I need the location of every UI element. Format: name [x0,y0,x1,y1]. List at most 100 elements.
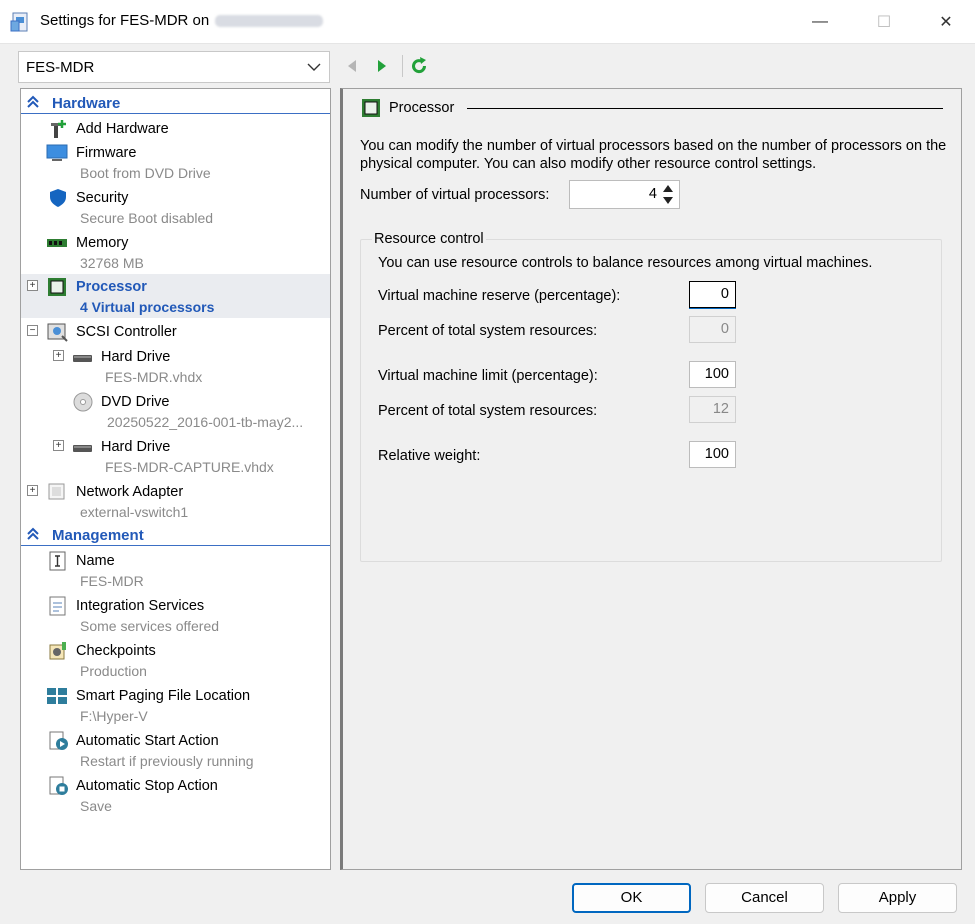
limit-percent-value: 12 [689,396,736,423]
num-vp-stepper[interactable]: 4 [569,180,680,209]
processor-settings-panel: Processor You can modify the number of v… [340,88,962,870]
vm-selector[interactable]: FES-MDR [18,51,330,83]
tree-item-firmware[interactable]: Firmware Boot from DVD Drive [21,140,330,184]
tree-item-detail: 4 Virtual processors [80,299,215,315]
collapse-up-icon [27,527,39,540]
tree-item-label: SCSI Controller [76,324,177,340]
vm-selector-value: FES-MDR [26,59,95,76]
collapse-up-icon [27,95,39,108]
window-title: Settings for FES-MDR on [40,12,324,29]
tree-item-auto-start[interactable]: Automatic Start Action Restart if previo… [21,728,330,772]
title-bar: Settings for FES-MDR on — ☐ ✕ [0,0,975,44]
tree-item-security[interactable]: Security Secure Boot disabled [21,185,330,229]
tree-item-label: Checkpoints [76,643,156,659]
tree-item-integration-services[interactable]: Integration Services Some services offer… [21,593,330,637]
close-button[interactable]: ✕ [914,0,975,44]
management-section-label: Management [52,527,144,544]
nav-toolbar [340,52,437,80]
hardware-section-label: Hardware [52,95,121,112]
tree-item-processor[interactable]: + Processor 4 Virtual processors [21,274,330,318]
name-icon [49,551,66,571]
tree-item-detail: Production [80,663,147,679]
tree-item-label: Smart Paging File Location [76,688,251,704]
expand-icon[interactable]: + [53,440,64,451]
tree-item-network-adapter[interactable]: + Network Adapter external-vswitch1 [21,479,330,523]
chevron-down-icon [307,63,321,71]
tree-item-label: Memory [76,235,129,251]
redacted-host-name [215,15,324,28]
maximize-button: ☐ [876,14,892,31]
title-divider [467,108,943,109]
tree-item-memory[interactable]: Memory 32768 MB [21,230,330,274]
add-hardware-icon [51,120,66,138]
expand-icon[interactable]: + [53,350,64,361]
tree-item-hard-drive[interactable]: + Hard Drive FES-MDR-CAPTURE.vhdx [21,434,330,478]
ok-button[interactable]: OK [572,883,691,913]
reserve-percent-value: 0 [689,316,736,343]
refresh-icon [412,57,427,74]
limit-percent-label: Percent of total system resources: [378,403,598,419]
tree-item-checkpoints[interactable]: Checkpoints Production [21,638,330,682]
processor-icon [362,99,380,117]
network-adapter-icon [48,483,65,500]
hard-drive-icon [73,355,92,362]
minimize-button[interactable]: — [788,0,852,44]
tree-item-detail: Some services offered [80,618,220,634]
next-button[interactable] [370,54,394,78]
toolbar-separator [402,55,403,77]
tree-item-label: Hard Drive [101,349,171,365]
tree-item-hard-drive[interactable]: + Hard Drive FES-MDR.vhdx [21,344,330,388]
tree-item-name[interactable]: Name FES-MDR [21,548,330,592]
tree-item-dvd-drive[interactable]: DVD Drive 20250522_2016-001-tb-may2... [21,389,330,433]
collapse-icon[interactable]: − [27,325,38,336]
spin-arrows-icon[interactable] [659,182,677,207]
arrow-left-icon [348,60,356,72]
shield-icon [50,189,66,207]
dvd-icon [73,392,93,412]
pane-splitter[interactable] [335,88,339,870]
tree-item-detail: external-vswitch1 [80,504,189,520]
tree-item-label: Security [76,190,129,206]
hardware-section-header[interactable]: Hardware [21,92,330,114]
arrow-right-icon [378,60,386,72]
expand-icon[interactable]: + [27,280,38,291]
tree-item-detail: FES-MDR [80,573,144,589]
num-vp-label: Number of virtual processors: [360,187,550,203]
reserve-input[interactable]: 0 [689,281,736,308]
resource-control-title: Resource control [372,231,486,247]
tree-item-detail: Save [80,798,112,814]
management-section-header[interactable]: Management [21,524,330,546]
tree-item-label: DVD Drive [101,394,170,410]
scsi-controller-icon [47,323,68,342]
weight-input[interactable]: 100 [689,441,736,468]
tree-item-label: Firmware [76,145,137,161]
hard-drive-icon [73,445,92,452]
smart-paging-icon [47,688,67,704]
apply-button[interactable]: Apply [838,883,957,913]
settings-tree: Hardware Add Hardware Firmware Boot from… [20,88,331,870]
tree-item-label: Network Adapter [76,484,184,500]
tree-item-label: Processor [76,279,147,295]
tree-item-smart-paging[interactable]: Smart Paging File Location F:\Hyper-V [21,683,330,727]
checkpoints-icon [49,642,66,660]
tree-item-label: Automatic Start Action [76,733,219,749]
limit-input[interactable]: 100 [689,361,736,388]
tree-item-detail: 32768 MB [80,255,144,271]
memory-icon [47,239,67,247]
expand-icon[interactable]: + [27,485,38,496]
tree-item-label: Add Hardware [76,121,169,137]
tree-item-auto-stop[interactable]: Automatic Stop Action Save [21,773,330,817]
tree-item-label: Name [76,553,115,569]
processor-description: You can modify the number of virtual pro… [360,138,947,172]
panel-title: Processor [361,98,454,118]
auto-stop-icon [49,776,68,795]
refresh-button[interactable] [407,54,431,78]
cancel-button[interactable]: Cancel [705,883,824,913]
tree-item-label: Integration Services [76,598,205,614]
tree-item-detail: Restart if previously running [80,753,254,769]
processor-icon [48,278,66,296]
reserve-label: Virtual machine reserve (percentage): [378,288,621,304]
auto-start-icon [49,731,68,750]
tree-item-detail: FES-MDR.vhdx [105,369,203,385]
previous-button[interactable] [340,54,364,78]
